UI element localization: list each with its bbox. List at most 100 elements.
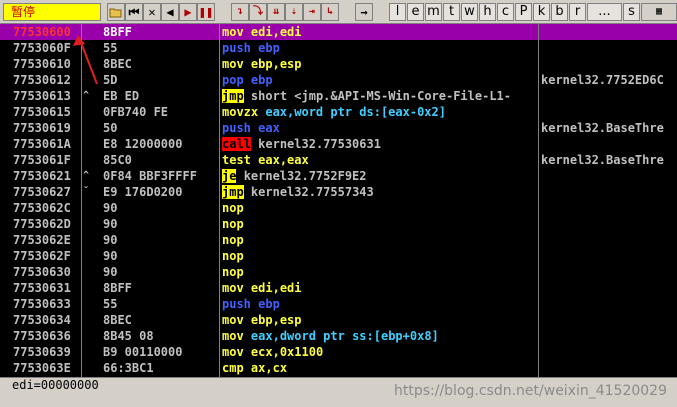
address-cell: 77530613 [13, 89, 71, 103]
jump-marker: ˇ [83, 186, 90, 197]
disasm-row[interactable]: 77530612 5D pop ebp kernel32.7752ED6C [0, 72, 677, 88]
mnemonic: mov [222, 57, 244, 71]
grid-icon[interactable]: ▦ [641, 3, 677, 21]
trace-into-icon[interactable]: ⇊ [267, 3, 285, 21]
operands: eax,word ptr ds:[eax-0x2] [265, 105, 446, 119]
address-cell: 77530631 [13, 281, 71, 295]
disassembly-cell: mov ebp,esp [222, 312, 536, 328]
disasm-row[interactable]: 7753062F 90 nop [0, 248, 677, 264]
operands: ebp,esp [250, 313, 302, 327]
disasm-row[interactable]: 77530631 8BFF mov edi,edi [0, 280, 677, 296]
hex-dump-cell: 8BFF [103, 281, 132, 295]
open-folder-icon[interactable] [107, 3, 125, 21]
hex-dump-cell: 0FB740 FE [103, 105, 169, 119]
hex-dump-cell: 50 [103, 121, 118, 135]
address-cell: 7753062E [13, 233, 71, 247]
address-cell: 77530600 [13, 25, 71, 39]
hex-dump-cell: 90 [103, 249, 118, 263]
disassembly-pane[interactable]: 77530600 8BFF mov edi,edi 7753060F 55 push eb… [0, 24, 677, 377]
disasm-row[interactable]: 77530613 ^ EB ED jmp short <jmp.&API-MS-Win… [0, 88, 677, 104]
run-trace-button[interactable]: ... [587, 3, 622, 21]
operands: edi,edi [250, 25, 302, 39]
source-button[interactable]: s [623, 3, 640, 21]
disassembly-cell: mov edi,edi [222, 24, 536, 40]
memory-map-button[interactable]: m [425, 3, 442, 21]
disassembly-cell: nop [222, 232, 536, 248]
executable-modules-button[interactable]: e [407, 3, 424, 21]
disassembly-cell: mov eax,dword ptr ss:[ebp+0x8] [222, 328, 536, 344]
disasm-row[interactable]: 77530633 55 push ebp [0, 296, 677, 312]
step-into-icon[interactable]: ↴ [231, 3, 249, 21]
address-cell: 77530636 [13, 329, 71, 343]
threads-button[interactable]: t [443, 3, 460, 21]
mnemonic: je [222, 169, 237, 183]
watermark: https://blog.csdn.net/weixin_41520029 [393, 383, 667, 399]
execute-till-user-icon[interactable]: ↳ [321, 3, 339, 21]
operands: kernel32.77557343 [250, 185, 374, 199]
disasm-row[interactable]: 77530600 8BFF mov edi,edi [0, 24, 677, 40]
trace-over-icon[interactable]: ⇣ [285, 3, 303, 21]
disasm-row[interactable]: 7753061F 85C0 test eax,eax kernel32.BaseThr… [0, 152, 677, 168]
mnemonic: mov [222, 313, 244, 327]
disasm-row[interactable]: 77530627 ˇ E9 176D0200 jmp kernel32.7755734… [0, 184, 677, 200]
disassembly-cell: cmp ax,cx [222, 360, 536, 376]
references-button[interactable]: r [569, 3, 586, 21]
operands: ebp,esp [250, 57, 302, 71]
operands: ax,cx [250, 361, 288, 375]
address-cell: 77530621 [13, 169, 71, 183]
disasm-row[interactable]: 7753061A E8 12000000 call kernel32.7753063… [0, 136, 677, 152]
breakpoints-button[interactable]: b [551, 3, 568, 21]
disasm-row[interactable]: 7753060F 55 push ebp [0, 40, 677, 56]
step-over-icon[interactable]: ⤵ [249, 3, 267, 21]
operands: eax,dword ptr ss:[ebp+0x8] [250, 329, 439, 343]
disasm-row[interactable]: 77530619 50 push eax kernel32.BaseThre [0, 120, 677, 136]
handles-button[interactable]: h [479, 3, 496, 21]
restart-icon[interactable]: ◀ [161, 3, 179, 21]
close-x-icon[interactable]: ✕ [143, 3, 161, 21]
mnemonic: push [222, 121, 251, 135]
disassembly-cell: jmp short <jmp.&API-MS-Win-Core-File-L1- [222, 88, 536, 104]
info-pane: edi=00000000 https://blog.csdn.net/weixi… [0, 377, 677, 407]
toolbar: 暂停 ⏮ ✕ ◀ ▶ ❚❚ ↴ ⤵ ⇊ ⇣ ⇥ ↳ → l e m t w h … [0, 0, 677, 24]
mnemonic: nop [222, 265, 244, 279]
disasm-row[interactable]: 77530639 B9 00110000 mov ecx,0x1100 [0, 344, 677, 360]
operands: eax [258, 121, 280, 135]
disassembly-cell: mov ebp,esp [222, 56, 536, 72]
execute-till-return-icon[interactable]: ⇥ [303, 3, 321, 21]
cpu-button[interactable]: c [497, 3, 514, 21]
disasm-row[interactable]: 77530636 8B45 08 mov eax,dword ptr ss:[ebp… [0, 328, 677, 344]
disasm-row[interactable]: 77530634 8BEC mov ebp,esp [0, 312, 677, 328]
hex-dump-cell: 5D [103, 73, 118, 87]
disasm-row[interactable]: 7753062D 90 nop [0, 216, 677, 232]
disassembly-cell: mov ecx,0x1100 [222, 344, 536, 360]
rewind-icon[interactable]: ⏮ [125, 3, 143, 21]
windows-button[interactable]: w [461, 3, 478, 21]
comment-cell: kernel32.7752ED6C [541, 73, 664, 87]
disassembly-cell: jmp kernel32.77557343 [222, 184, 536, 200]
operands: short <jmp.&API-MS-Win-Core-File-L1- [250, 89, 512, 103]
disasm-row[interactable]: 77530621 ^ 0F84 BBF3FFFF je kernel32.7752F9… [0, 168, 677, 184]
log-window-button[interactable]: l [389, 3, 406, 21]
operands: kernel32.77530631 [258, 137, 381, 151]
address-cell: 7753062D [13, 217, 71, 231]
disasm-row[interactable]: 7753062E 90 nop [0, 232, 677, 248]
goto-address-icon[interactable]: → [355, 3, 373, 21]
disasm-row[interactable]: 77530630 90 nop [0, 264, 677, 280]
hex-dump-cell: 8BFF [103, 25, 132, 39]
operands: ebp [258, 297, 280, 311]
disasm-row[interactable]: 77530610 8BEC mov ebp,esp [0, 56, 677, 72]
call-stack-button[interactable]: k [533, 3, 550, 21]
mnemonic: push [222, 297, 251, 311]
disasm-row[interactable]: 77530615 0FB740 FE movzx eax,word ptr ds:[… [0, 104, 677, 120]
disasm-row[interactable]: 7753062C 90 nop [0, 200, 677, 216]
mnemonic: jmp [222, 185, 244, 199]
register-info: edi=00000000 [12, 378, 99, 392]
pause-icon[interactable]: ❚❚ [197, 3, 215, 21]
hex-dump-cell: 55 [103, 297, 118, 311]
disasm-row[interactable]: 7753063E 66:3BC1 cmp ax,cx [0, 360, 677, 376]
mnemonic: call [222, 137, 251, 151]
mnemonic: mov [222, 281, 244, 295]
hex-dump-cell: B9 00110000 [103, 345, 183, 359]
run-icon[interactable]: ▶ [179, 3, 197, 21]
patches-button[interactable]: P [515, 3, 532, 21]
